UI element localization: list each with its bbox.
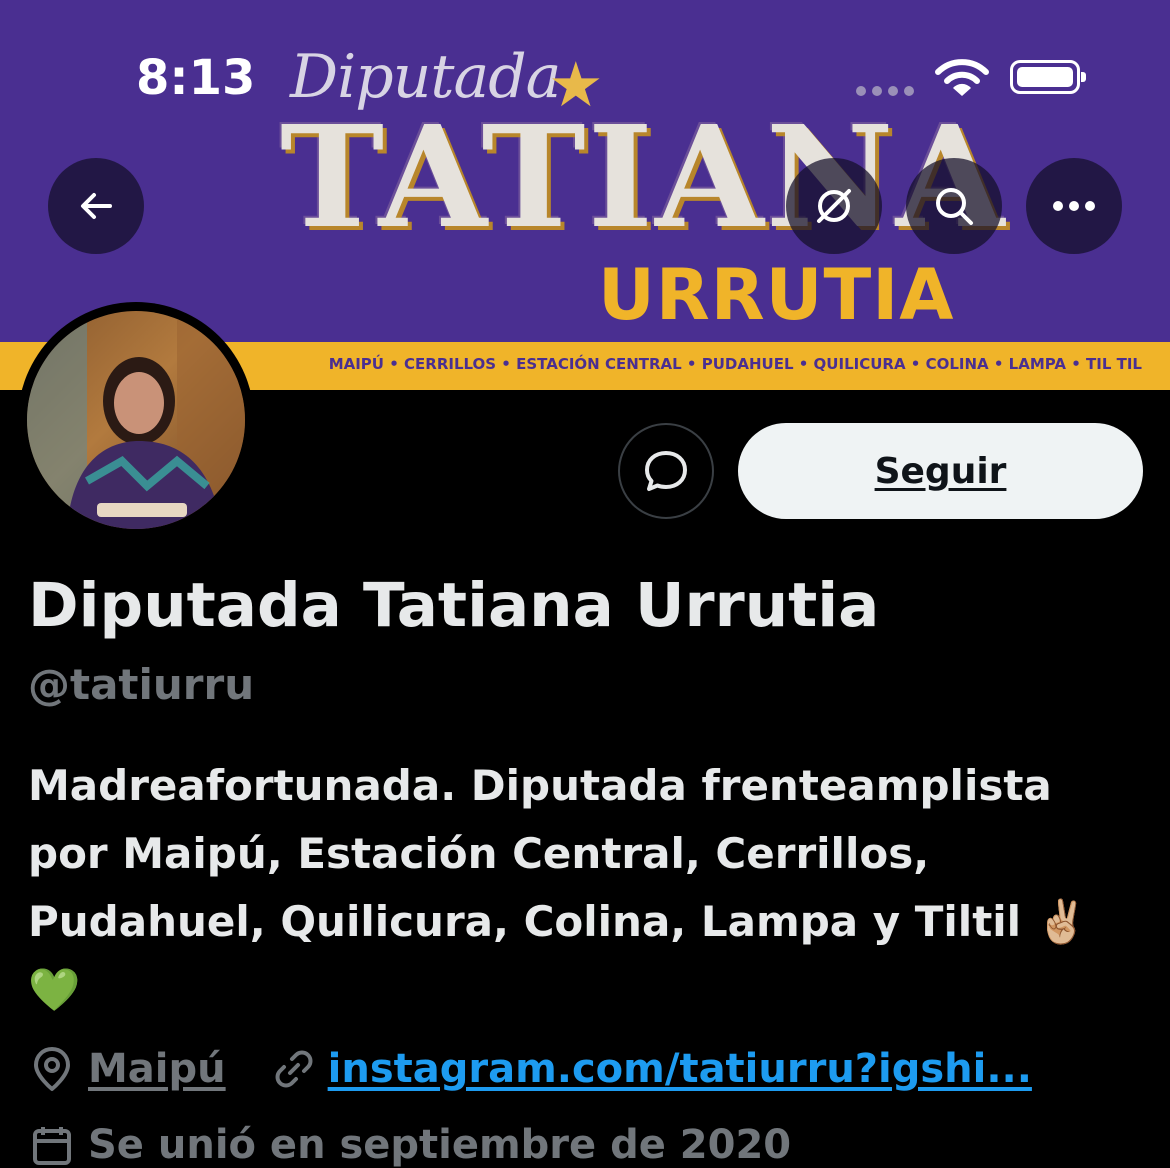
bio-text: Madreafortunada. Diputada frenteamplista… bbox=[28, 761, 1052, 946]
cellular-signal-icon bbox=[856, 86, 914, 96]
victory-hand-emoji: ✌🏼 bbox=[1035, 897, 1088, 946]
profile-meta-row: Maipú instagram.com/tatiurru?igshi... bbox=[30, 1045, 1032, 1093]
search-icon bbox=[936, 188, 973, 225]
profile-joined-row: Se unió en septiembre de 2020 bbox=[30, 1122, 791, 1168]
search-button[interactable] bbox=[906, 158, 1002, 254]
banner-districts-text: MAIPÚ • CERRILLOS • ESTACIÓN CENTRAL • P… bbox=[328, 355, 1142, 373]
profile-location[interactable]: Maipú bbox=[88, 1046, 226, 1092]
profile-bio: Madreafortunada. Diputada frenteamplista… bbox=[28, 752, 1138, 1024]
battery-icon bbox=[1010, 60, 1086, 94]
profile-website-link[interactable]: instagram.com/tatiurru?igshi... bbox=[328, 1046, 1032, 1092]
banner-surname-text: URRUTIA bbox=[598, 254, 955, 336]
banner-name-text: TATIANA bbox=[280, 96, 1007, 260]
message-button[interactable] bbox=[618, 423, 714, 519]
profile-handle: @tatiurru bbox=[28, 660, 255, 709]
arrow-left-icon bbox=[81, 193, 112, 219]
translate-toggle-button[interactable] bbox=[786, 158, 882, 254]
avatar-photo bbox=[27, 311, 245, 529]
profile-display-name: Diputada Tatiana Urrutia bbox=[28, 570, 880, 641]
translate-off-icon bbox=[817, 189, 851, 223]
message-bubble-icon bbox=[645, 451, 687, 491]
more-horizontal-icon bbox=[1053, 201, 1095, 211]
more-options-button[interactable] bbox=[1026, 158, 1122, 254]
green-heart-emoji: 💚 bbox=[28, 965, 81, 1014]
back-button[interactable] bbox=[48, 158, 144, 254]
calendar-icon bbox=[33, 1127, 71, 1165]
profile-joined-date: Se unió en septiembre de 2020 bbox=[88, 1122, 792, 1168]
profile-avatar[interactable] bbox=[18, 302, 254, 538]
location-pin-icon bbox=[34, 1047, 70, 1091]
wifi-icon bbox=[935, 59, 989, 96]
link-icon bbox=[275, 1050, 313, 1088]
status-time: 8:13 bbox=[136, 50, 256, 106]
follow-button[interactable]: Seguir bbox=[738, 423, 1143, 519]
